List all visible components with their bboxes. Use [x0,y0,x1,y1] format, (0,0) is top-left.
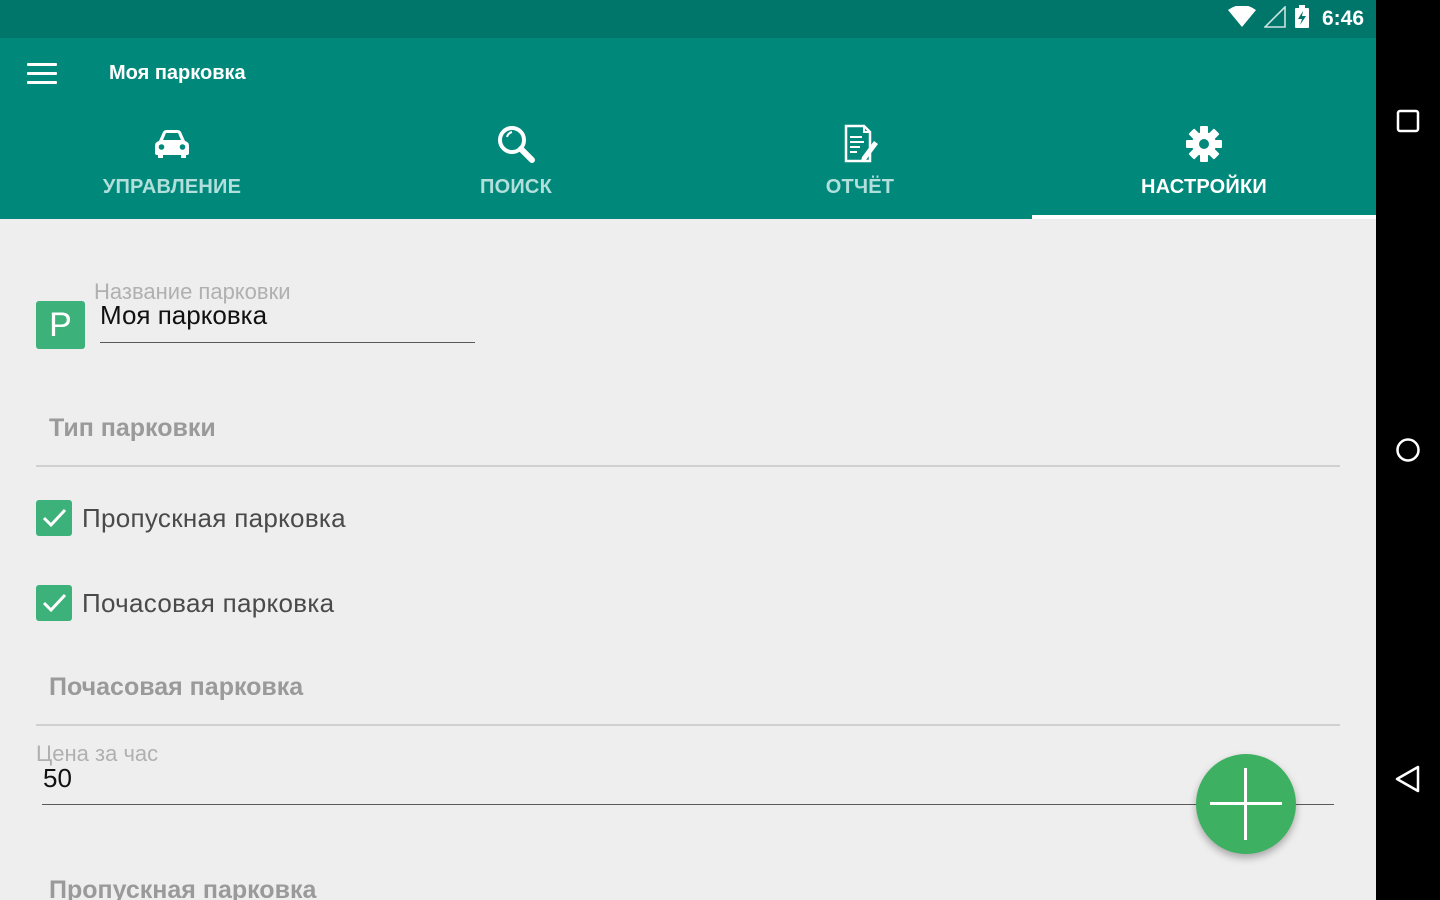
status-bar: 6:46 [0,0,1376,38]
tab-bar: УПРАВЛЕНИЕ ПОИСК ОТЧЁТ НАСТРОЙКИ [0,110,1376,219]
tab-label: ОТЧЁТ [825,176,895,198]
settings-content: P Название парковки Моя парковка Тип пар… [0,219,1376,900]
pass-parking-checkbox-row[interactable]: Пропускная парковка [36,500,346,536]
back-icon[interactable] [1388,759,1428,799]
navigation-bar [1376,0,1440,900]
status-icons: 6:46 [1227,0,1364,38]
tab-management[interactable]: УПРАВЛЕНИЕ [0,110,344,219]
tab-label: УПРАВЛЕНИЕ [102,176,242,198]
gear-icon [1184,124,1224,164]
checkbox-checked-icon[interactable] [36,500,72,536]
divider [36,465,1340,467]
status-time: 6:46 [1321,7,1364,30]
report-icon [840,124,880,164]
tab-search[interactable]: ПОИСК [344,110,688,219]
tab-label: НАСТРОЙКИ [1141,176,1267,198]
parking-name-input[interactable]: Моя парковка [100,300,267,331]
pass-parking-label: Пропускная парковка [82,502,346,533]
app-screen: 6:46 Моя парковка УПРАВЛЕНИЕ ПОИСК ОТЧЁТ… [0,0,1376,900]
hourly-section-title: Почасовая парковка [49,673,304,701]
price-per-hour-underline [42,804,1334,805]
checkbox-checked-icon[interactable] [36,585,72,621]
divider [36,724,1340,726]
add-button[interactable] [1196,754,1296,854]
hourly-parking-checkbox-row[interactable]: Почасовая парковка [36,585,334,621]
app-bar: Моя парковка [0,38,1376,110]
hamburger-menu-icon[interactable] [24,60,60,88]
pass-section-title: Пропускная парковка [49,876,317,900]
wifi-icon [1227,4,1256,33]
cell-signal-icon [1263,4,1286,33]
car-icon [152,124,192,164]
tab-report[interactable]: ОТЧЁТ [688,110,1032,219]
home-icon[interactable] [1388,430,1428,470]
recents-icon[interactable] [1388,101,1428,141]
parking-name-underline [100,342,475,343]
hourly-parking-label: Почасовая парковка [82,587,335,618]
tab-label: ПОИСК [480,176,552,198]
price-per-hour-input[interactable]: 50 [43,763,72,794]
battery-icon [1294,4,1310,34]
parking-type-title: Тип парковки [49,414,216,442]
parking-logo-icon: P [36,301,85,349]
tab-settings[interactable]: НАСТРОЙКИ [1032,110,1376,219]
app-title: Моя парковка [109,62,246,84]
search-icon [496,124,536,164]
